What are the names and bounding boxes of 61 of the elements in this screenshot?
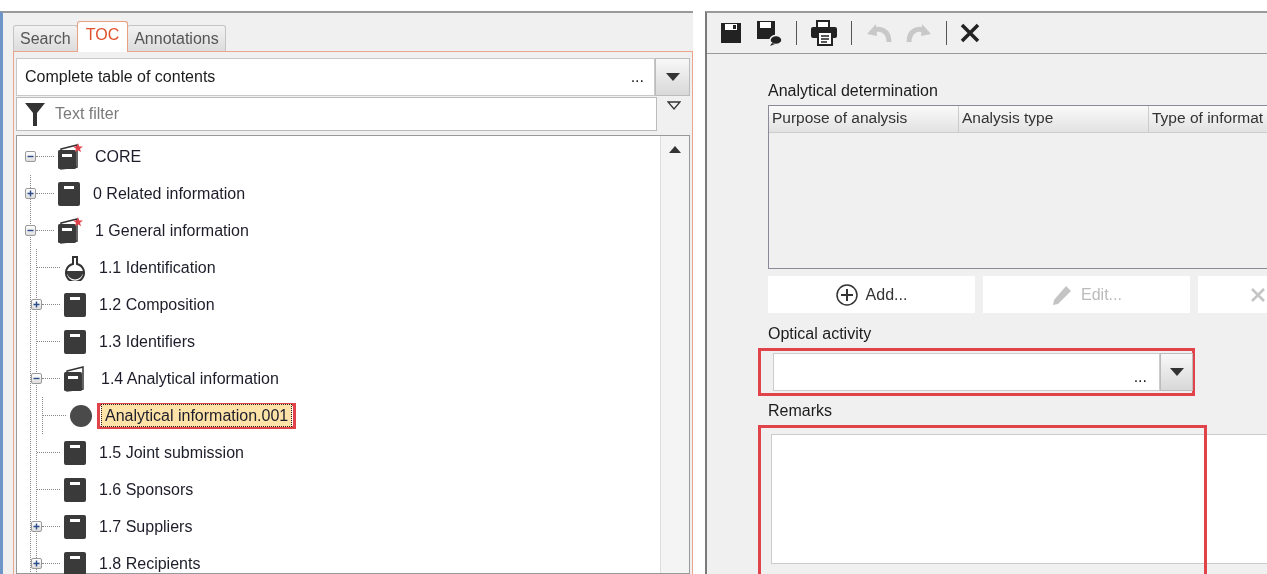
book-icon — [57, 180, 81, 207]
pencil-icon — [1051, 283, 1074, 306]
book-icon — [63, 476, 87, 503]
book-icon — [63, 328, 87, 355]
filter-box[interactable]: Text filter — [16, 97, 657, 131]
collapse-toggle[interactable] — [31, 373, 42, 384]
column-header[interactable]: Analysis type — [959, 106, 1149, 132]
plus-icon — [33, 301, 40, 308]
expand-toggle[interactable] — [31, 299, 42, 310]
tab[interactable]: Annotations — [127, 25, 226, 51]
tab[interactable]: TOC — [76, 21, 129, 52]
tree-item[interactable]: 1.2 Composition — [95, 292, 219, 317]
tree-item[interactable]: 1 General information — [91, 218, 253, 243]
plus-icon — [27, 190, 34, 197]
tree-item[interactable]: 1.5 Joint submission — [95, 440, 248, 465]
minus-icon — [33, 375, 40, 382]
tree-item[interactable]: 1.3 Identifiers — [95, 329, 200, 354]
minus-icon — [27, 227, 34, 234]
tree-item[interactable]: 1.7 Suppliers — [95, 514, 197, 539]
delete-icon — [1250, 286, 1266, 303]
column-header[interactable]: Type of informat — [1149, 106, 1267, 132]
scroll-up-icon[interactable] — [669, 146, 681, 153]
remarks-field[interactable] — [771, 434, 1267, 564]
binder-star-icon — [57, 142, 83, 171]
tree-item[interactable]: 1.8 Recipients — [95, 551, 205, 574]
column-header[interactable]: Purpose of analysis — [769, 106, 959, 132]
caret-icon — [1169, 368, 1184, 376]
plus-icon — [33, 523, 40, 530]
book-icon — [63, 513, 87, 540]
filter-icon — [25, 102, 45, 126]
dropdown-button[interactable] — [1160, 353, 1193, 391]
dropdown-button[interactable] — [655, 58, 690, 96]
tree-item[interactable]: 0 Related information — [89, 181, 250, 206]
expand-toggle[interactable] — [31, 521, 42, 532]
field-label: Remarks — [768, 402, 833, 420]
book-icon — [63, 291, 87, 318]
tab[interactable]: Search — [13, 25, 78, 51]
action-button[interactable]: Add... — [768, 276, 975, 313]
tree-item[interactable]: 1.4 Analytical information — [97, 366, 283, 391]
book-icon — [63, 439, 87, 466]
circle-icon — [69, 403, 93, 428]
filter-options-icon[interactable] — [666, 101, 681, 110]
plus-icon — [33, 560, 40, 567]
text-filter-field[interactable]: Text filter — [53, 104, 656, 124]
caret-icon — [665, 73, 680, 81]
tree-item[interactable]: CORE — [91, 144, 146, 169]
tree-item[interactable]: Analytical information.001 — [101, 403, 293, 427]
field-label: Analytical determination — [768, 82, 939, 100]
flask-icon — [63, 254, 87, 281]
view-dropdown[interactable]: Complete table of contents ... — [16, 58, 655, 96]
tree-item[interactable]: 1.6 Sponsors — [95, 477, 198, 502]
collapse-toggle[interactable] — [25, 225, 36, 236]
expand-toggle[interactable] — [25, 188, 36, 199]
minus-icon — [27, 153, 34, 160]
optical-activity-field[interactable]: ... — [773, 353, 1160, 391]
collapse-toggle[interactable] — [25, 151, 36, 162]
field-label: Optical activity — [768, 325, 873, 343]
add-icon — [835, 283, 858, 306]
expand-toggle[interactable] — [31, 558, 42, 569]
tree-item[interactable]: 1.1 Identification — [95, 255, 220, 280]
binder-star-icon — [57, 216, 83, 245]
